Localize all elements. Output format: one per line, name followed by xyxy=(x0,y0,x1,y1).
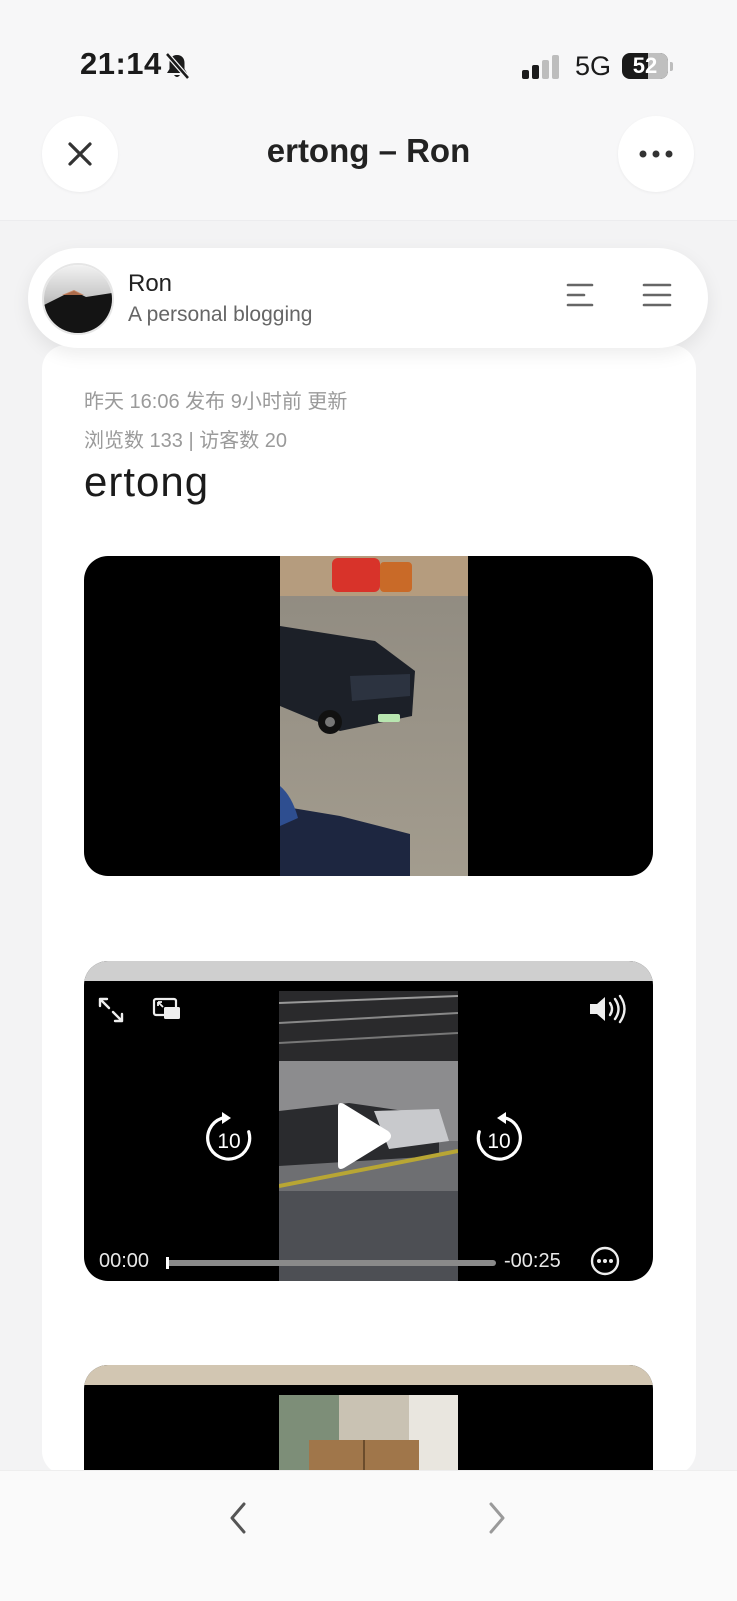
network-type: 5G xyxy=(575,51,612,81)
battery-icon: 52 xyxy=(622,53,673,79)
forward-seconds: 10 xyxy=(487,1130,510,1153)
chevron-right-icon xyxy=(489,1502,505,1534)
avatar[interactable] xyxy=(42,263,114,335)
video-player-with-controls[interactable]: 10 10 00:00 -00:25 xyxy=(84,961,653,1281)
options-icon[interactable] xyxy=(590,1246,620,1281)
video-frame xyxy=(280,556,468,876)
rewind-10-icon[interactable]: 10 xyxy=(204,1111,254,1168)
forward-button[interactable] xyxy=(483,1500,509,1541)
volume-icon[interactable] xyxy=(587,993,629,1030)
chevron-left-icon xyxy=(230,1502,246,1534)
progress-bar[interactable] xyxy=(166,1257,496,1269)
back-button[interactable] xyxy=(226,1500,252,1541)
article-card xyxy=(42,345,696,1475)
bell-off-icon xyxy=(164,52,190,85)
video-top-strip xyxy=(84,1365,653,1385)
rewind-seconds: 10 xyxy=(217,1130,240,1153)
blog-description: A personal blogging xyxy=(128,303,313,326)
progress-knob[interactable] xyxy=(166,1257,169,1269)
fullscreen-icon[interactable] xyxy=(96,995,126,1030)
more-icon xyxy=(639,150,673,158)
elapsed-time: 00:00 xyxy=(99,1250,150,1272)
signal-icon xyxy=(522,55,562,84)
post-dates: 昨天 16:06 发布 9小时前 更新 xyxy=(84,391,348,413)
top-bar: 21:14 5G 52 ertong – Ron xyxy=(0,0,737,221)
video-player[interactable] xyxy=(84,1365,653,1485)
post-stats: 浏览数 133 | 访客数 20 xyxy=(84,430,288,452)
pip-icon[interactable] xyxy=(152,997,182,1028)
battery-level: 52 xyxy=(632,53,658,78)
blog-header: Ron A personal blogging xyxy=(28,248,708,348)
remaining-time: -00:25 xyxy=(504,1250,561,1272)
bottom-nav-bar xyxy=(0,1470,737,1601)
more-button[interactable] xyxy=(618,116,694,192)
play-icon[interactable] xyxy=(332,1101,394,1176)
status-time: 21:14 xyxy=(80,46,162,81)
forward-10-icon[interactable]: 10 xyxy=(474,1111,524,1168)
toc-icon[interactable] xyxy=(566,282,594,313)
video-player[interactable] xyxy=(84,556,653,876)
menu-icon[interactable] xyxy=(642,282,672,313)
video-top-strip xyxy=(84,961,653,981)
post-title: ertong xyxy=(84,458,210,505)
blog-name[interactable]: Ron xyxy=(128,270,172,298)
